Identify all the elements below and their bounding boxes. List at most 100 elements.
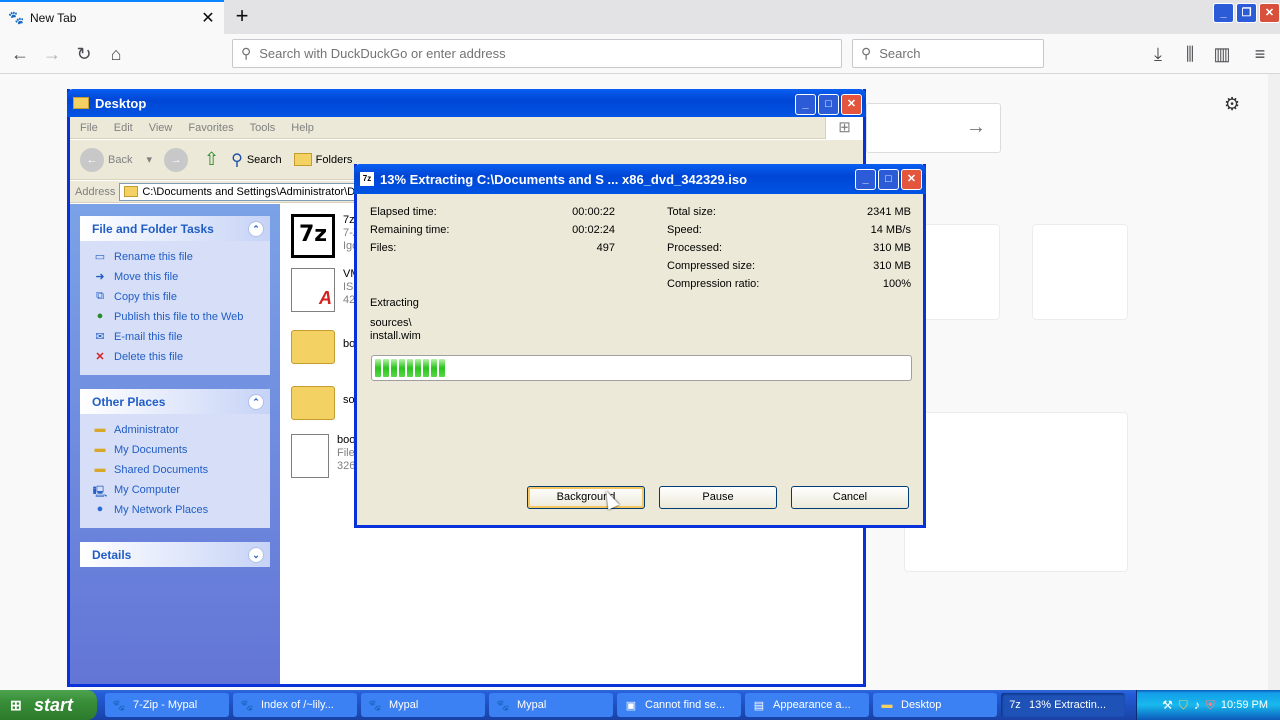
explorer-task-pane: File and Folder Tasks ⌃ ▭ Rename this fil… [70, 204, 280, 684]
tab-new-tab[interactable]: 🐾 New Tab ✕ [0, 0, 224, 34]
progress-segment [431, 359, 437, 377]
dialog-titlebar[interactable]: 7z 13% Extracting C:\Documents and S ...… [354, 164, 926, 194]
menu-help[interactable]: Help [291, 122, 314, 134]
close-tab-icon[interactable]: ✕ [200, 8, 216, 28]
elapsed-time-value: 00:00:22 [572, 206, 615, 218]
menu-hamburger-icon[interactable]: ≡ [1248, 42, 1272, 66]
maximize-icon[interactable]: □ [878, 169, 899, 190]
place-my-documents[interactable]: ▬ My Documents [92, 440, 258, 460]
minimize-icon[interactable]: _ [1213, 3, 1234, 23]
maximize-icon[interactable]: □ [818, 94, 839, 115]
status-label: Extracting [370, 297, 419, 309]
close-window-icon[interactable]: ✕ [1259, 3, 1280, 23]
folders-button[interactable]: Folders [293, 153, 352, 166]
taskbar-task[interactable]: ▣ Cannot find se... [617, 693, 741, 717]
file-item[interactable]: 7z 7z2 7-Z Igo [291, 214, 361, 258]
page-scrollbar[interactable] [1268, 74, 1280, 690]
place-my-network-places[interactable]: ● My Network Places [92, 500, 258, 520]
search-button[interactable]: ⚲ Search [231, 150, 282, 170]
file-item[interactable]: boo File 326 [291, 434, 355, 478]
copy-file-link[interactable]: ⧉ Copy this file [92, 287, 258, 307]
new-tab-plus-icon[interactable]: + [230, 4, 254, 28]
cancel-button[interactable]: Cancel [791, 486, 909, 509]
menu-file[interactable]: File [80, 122, 98, 134]
background-button[interactable]: Background [527, 486, 645, 509]
ntp-search-box[interactable]: → [866, 103, 1001, 153]
arrow-right-icon[interactable]: → [966, 116, 986, 139]
taskbar-task[interactable]: 🐾 Mypal [489, 693, 613, 717]
display-properties-icon: ▤ [753, 699, 765, 712]
taskbar-task[interactable]: ▬ Desktop [873, 693, 997, 717]
sidebar-icon[interactable]: ▥ [1210, 42, 1234, 66]
taskbar-task-active[interactable]: 7z 13% Extractin... [1001, 693, 1125, 717]
volume-icon[interactable]: ♪ [1194, 698, 1200, 712]
menu-view[interactable]: View [149, 122, 173, 134]
download-icon[interactable]: ⤓ [1146, 42, 1170, 66]
forward-button[interactable]: → [164, 147, 192, 172]
email-file-link[interactable]: ✉ E-mail this file [92, 327, 258, 347]
restore-icon[interactable]: ❐ [1236, 3, 1257, 23]
compression-ratio-value: 100% [882, 278, 911, 290]
taskbar-task[interactable]: 🐾 7-Zip - Mypal [105, 693, 229, 717]
gear-icon[interactable]: ⚙ [1224, 94, 1240, 115]
menu-edit[interactable]: Edit [114, 122, 133, 134]
sevenzip-file-icon: 7z [291, 214, 335, 258]
search-bar[interactable]: ⚲ Search [852, 39, 1044, 68]
total-size-label: Total size: [667, 206, 716, 218]
folder-icon: ▬ [881, 699, 893, 711]
security-shield-icon[interactable]: ⛉ [1179, 698, 1188, 713]
up-folder-button[interactable]: ⇧ [204, 149, 219, 170]
reload-icon[interactable]: ↻ [72, 42, 96, 66]
menu-favorites[interactable]: Favorites [188, 122, 233, 134]
delete-file-link[interactable]: ✕ Delete this file [92, 347, 258, 367]
minimize-icon[interactable]: _ [855, 169, 876, 190]
collapse-chevron-icon[interactable]: ⌃ [248, 393, 264, 410]
forward-arrow-icon[interactable]: → [40, 42, 64, 66]
folder-icon: ▬ [94, 443, 106, 455]
explorer-titlebar[interactable]: Desktop _ □ ✕ [67, 89, 866, 117]
place-administrator[interactable]: ▬ Administrator [92, 420, 258, 440]
remaining-time-label: Remaining time: [370, 224, 450, 236]
window-icon: ▣ [625, 699, 637, 712]
taskbar-task[interactable]: ▤ Appearance a... [745, 693, 869, 717]
progress-segment [391, 359, 397, 377]
move-file-link[interactable]: ➜ Move this file [92, 267, 258, 287]
place-shared-documents[interactable]: ▬ Shared Documents [92, 460, 258, 480]
url-bar[interactable]: ⚲ Search with DuckDuckGo or enter addres… [232, 39, 842, 68]
file-item[interactable]: boo [291, 324, 361, 364]
close-icon[interactable]: ✕ [841, 94, 862, 115]
back-button[interactable]: ← Back ▾ [80, 147, 152, 172]
file-item[interactable]: sou [291, 380, 361, 420]
panel-header[interactable]: Other Places ⌃ [80, 389, 270, 414]
menu-tools[interactable]: Tools [250, 122, 276, 134]
library-icon[interactable]: ⫼ [1178, 42, 1202, 66]
start-button[interactable]: ⊞ start [0, 690, 97, 720]
panel-header[interactable]: File and Folder Tasks ⌃ [80, 216, 270, 241]
current-file: install.wim [370, 330, 421, 342]
collapse-chevron-icon[interactable]: ⌃ [248, 220, 264, 237]
publish-file-link[interactable]: ● Publish this file to the Web [92, 307, 258, 327]
forward-arrow-icon: → [164, 147, 188, 172]
network-icon[interactable]: ⚒ [1162, 698, 1173, 712]
taskbar-task[interactable]: 🐾 Mypal [361, 693, 485, 717]
antivirus-icon[interactable]: ⛨ [1206, 698, 1215, 713]
home-icon[interactable]: ⌂ [104, 42, 128, 66]
explorer-menubar: File Edit View Favorites Tools Help ⊞ [70, 117, 863, 139]
rename-file-link[interactable]: ▭ Rename this file [92, 247, 258, 267]
taskbar-tasks: 🐾 7-Zip - Mypal 🐾 Index of /~lily... 🐾 Mypa… [105, 693, 1125, 717]
back-arrow-icon[interactable]: ← [8, 42, 32, 66]
pause-button[interactable]: Pause [659, 486, 777, 509]
other-places-panel: Other Places ⌃ ▬ Administrator ▬ My Docume… [80, 389, 270, 528]
address-value: C:\Documents and Settings\Administrator\… [142, 185, 362, 198]
speed-label: Speed: [667, 224, 702, 236]
highlight-tile[interactable] [904, 412, 1128, 572]
expand-chevron-icon[interactable]: ⌄ [248, 546, 264, 563]
copy-icon: ⧉ [96, 290, 104, 302]
minimize-icon[interactable]: _ [795, 94, 816, 115]
top-site-tile[interactable] [1032, 224, 1128, 320]
place-my-computer[interactable]: 🖳 My Computer [92, 480, 258, 500]
panel-header[interactable]: Details ⌄ [80, 542, 270, 567]
folder-icon: ▬ [94, 423, 106, 435]
close-icon[interactable]: ✕ [901, 169, 922, 190]
taskbar-task[interactable]: 🐾 Index of /~lily... [233, 693, 357, 717]
